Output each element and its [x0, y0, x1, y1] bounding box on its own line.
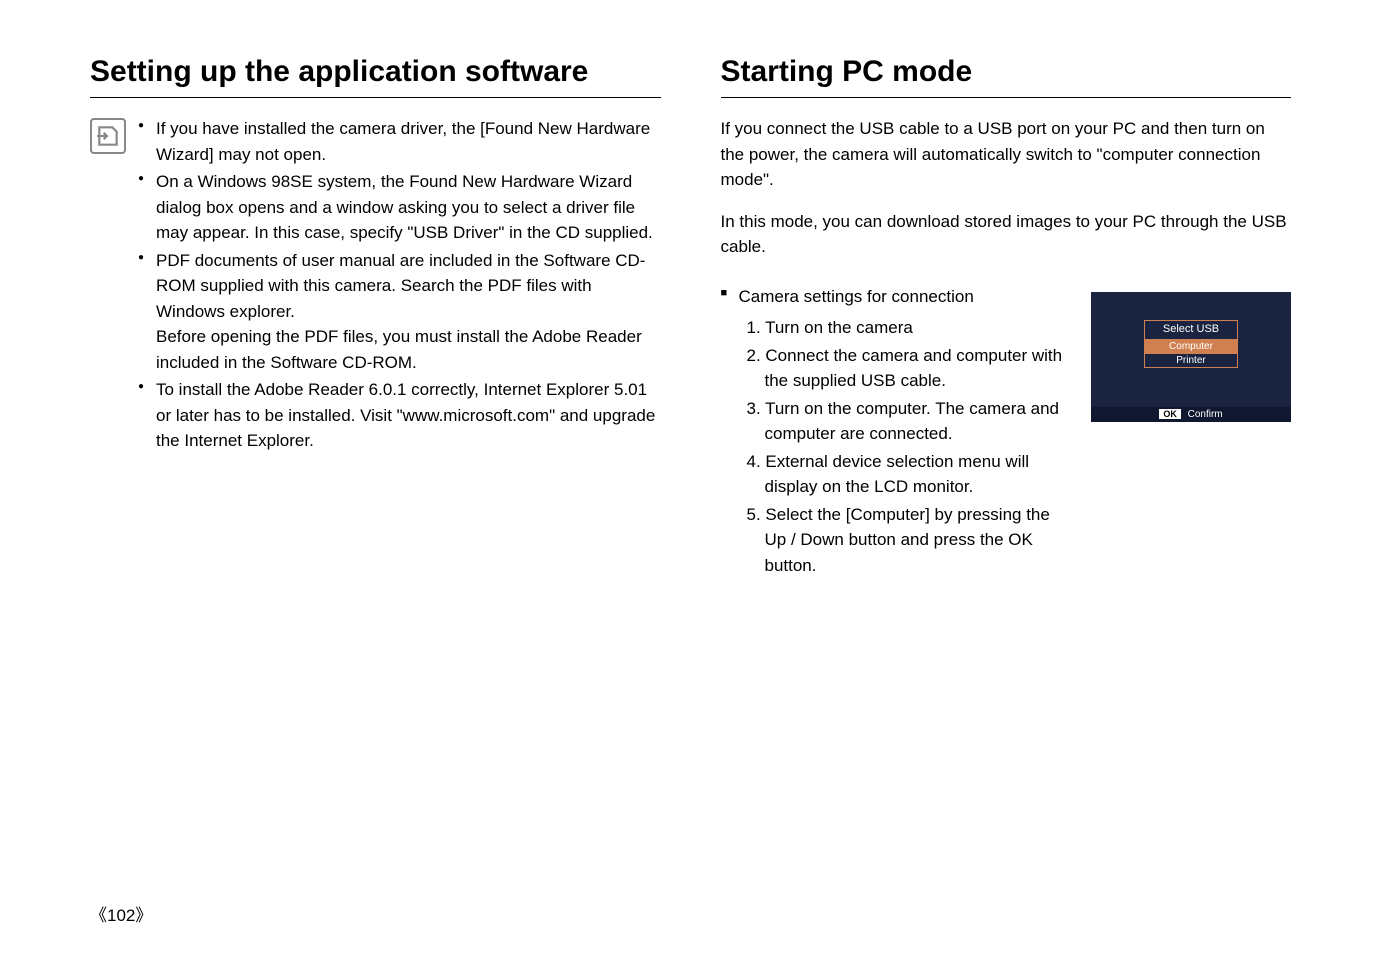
- lcd-menu-title: Select USB: [1145, 321, 1237, 339]
- bullet-item: To install the Adobe Reader 6.0.1 correc…: [138, 377, 661, 454]
- camera-settings-text: Camera settings for connection 1. Turn o…: [721, 284, 1072, 581]
- step-item: 1. Turn on the camera: [747, 315, 1072, 341]
- bullet-item: If you have installed the camera driver,…: [138, 116, 661, 167]
- camera-settings-wrapper: Camera settings for connection 1. Turn o…: [721, 284, 1292, 581]
- step-item: 4. External device selection menu will d…: [747, 449, 1072, 500]
- page-container: Setting up the application software If y…: [90, 55, 1291, 580]
- lcd-option-printer: Printer: [1145, 353, 1237, 367]
- angle-bracket-right: 》: [135, 906, 152, 925]
- bullet-text: If you have installed the camera driver,…: [156, 119, 650, 164]
- page-number: 《102》: [90, 901, 152, 926]
- lcd-bottom-bar: OK Confirm: [1091, 407, 1291, 422]
- angle-bracket-left: 《: [90, 906, 107, 925]
- note-icon: [90, 118, 126, 154]
- right-section-title: Starting PC mode: [721, 55, 1292, 98]
- bullet-text: On a Windows 98SE system, the Found New …: [156, 172, 653, 242]
- bullet-subtext: Before opening the PDF files, you must i…: [156, 324, 661, 375]
- bullet-item: On a Windows 98SE system, the Found New …: [138, 169, 661, 246]
- step-item: 3. Turn on the computer. The camera and …: [747, 396, 1072, 447]
- lcd-option-computer: Computer: [1145, 339, 1237, 353]
- left-bullet-list: If you have installed the camera driver,…: [138, 116, 661, 456]
- lcd-menu-box: Select USB Computer Printer: [1144, 320, 1238, 368]
- left-column: Setting up the application software If y…: [90, 55, 661, 580]
- page-number-value: 102: [107, 906, 135, 925]
- settings-header: Camera settings for connection: [721, 284, 1072, 310]
- lcd-ok-badge: OK: [1159, 409, 1181, 419]
- bullet-text: PDF documents of user manual are include…: [156, 251, 645, 321]
- numbered-steps-list: 1. Turn on the camera 2. Connect the cam…: [721, 315, 1072, 578]
- left-section-title: Setting up the application software: [90, 55, 661, 98]
- bullet-text: To install the Adobe Reader 6.0.1 correc…: [156, 380, 655, 450]
- left-content-row: If you have installed the camera driver,…: [90, 116, 661, 456]
- step-item: 2. Connect the camera and computer with …: [747, 343, 1072, 394]
- camera-lcd-screenshot: Select USB Computer Printer OK Confirm: [1091, 292, 1291, 422]
- right-column: Starting PC mode If you connect the USB …: [721, 55, 1292, 580]
- intro-paragraph-2: In this mode, you can download stored im…: [721, 209, 1292, 260]
- intro-paragraph-1: If you connect the USB cable to a USB po…: [721, 116, 1292, 193]
- bullet-item: PDF documents of user manual are include…: [138, 248, 661, 376]
- lcd-confirm-label: Confirm: [1188, 409, 1223, 420]
- step-item: 5. Select the [Computer] by pressing the…: [747, 502, 1072, 579]
